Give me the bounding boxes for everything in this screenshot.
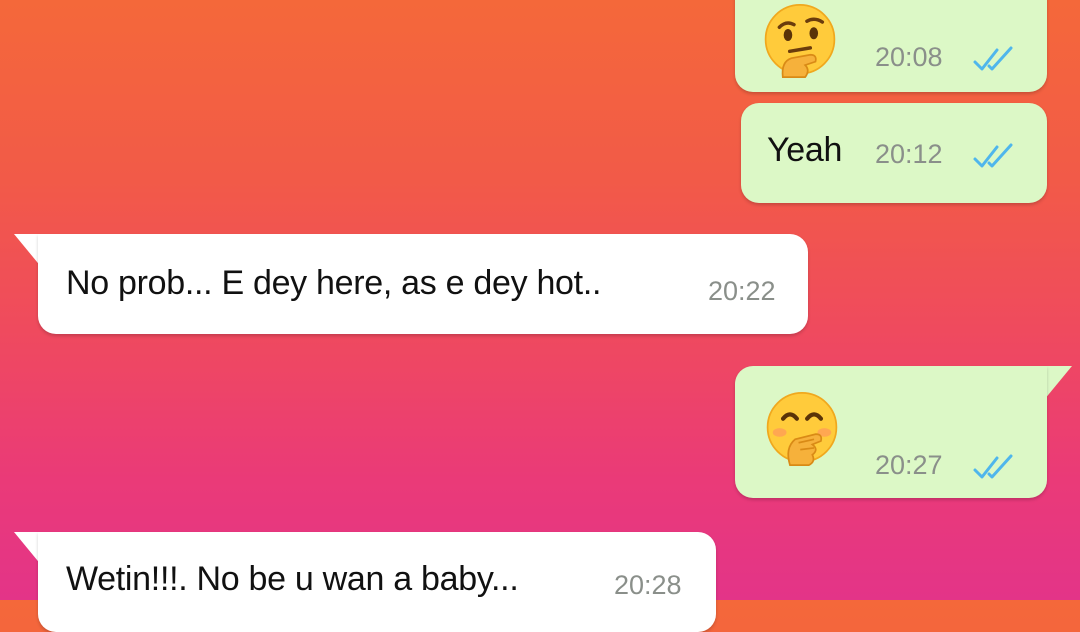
message-text: Yeah — [767, 131, 843, 169]
message-time: 20:28 — [614, 570, 682, 600]
thinking-face-icon — [764, 4, 836, 78]
message-time: 20:27 — [875, 450, 943, 480]
bubble-tail — [1044, 366, 1072, 400]
message-bubble-incoming[interactable]: No prob... E dey here, as e dey hot.. 20… — [38, 234, 808, 334]
message-time: 20:12 — [875, 139, 943, 169]
message-bubble-incoming[interactable]: Wetin!!!. No be u wan a baby... 20:28 — [38, 532, 716, 632]
message-bubble-outgoing[interactable]: Yeah 20:12 — [741, 103, 1047, 203]
double-check-read-icon — [973, 143, 1013, 168]
message-text: Wetin!!!. No be u wan a baby... — [66, 560, 519, 598]
double-check-read-icon — [973, 46, 1013, 71]
message-bubble-outgoing[interactable]: 20:08 — [735, 0, 1047, 92]
message-bubble-outgoing[interactable]: 20:27 — [735, 366, 1047, 498]
message-time: 20:22 — [708, 276, 776, 306]
face-with-hand-over-mouth-icon — [766, 392, 838, 466]
message-time: 20:08 — [875, 42, 943, 72]
double-check-read-icon — [973, 454, 1013, 479]
message-text: No prob... E dey here, as e dey hot.. — [66, 264, 602, 302]
